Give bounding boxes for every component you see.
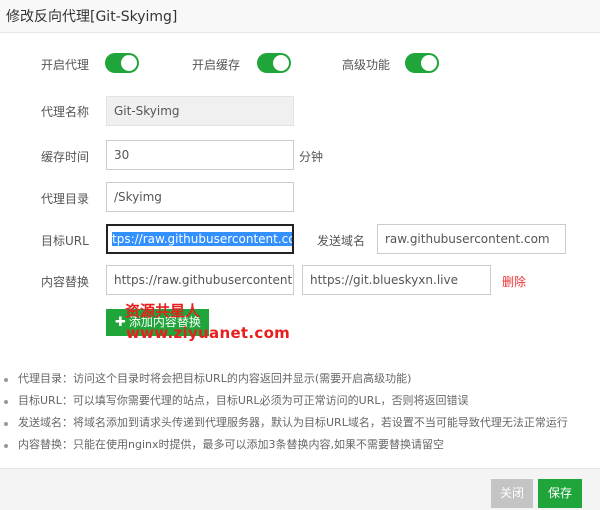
advanced-features-toggle[interactable]	[405, 53, 439, 73]
advanced-features-label: 高级功能	[342, 58, 391, 72]
dialog-titlebar: 修改反向代理[Git-Skyimg]	[0, 0, 600, 33]
enable-cache-label: 开启缓存	[192, 58, 241, 72]
send-domain-label: 发送域名	[317, 234, 366, 248]
help-note: 发送域名：将域名添加到请求头传递到代理服务器，默认为目标URL域名，若设置不当可…	[0, 412, 568, 434]
enable-cache-toggle[interactable]	[257, 53, 291, 73]
cache-time-input[interactable]: 30	[106, 140, 294, 170]
cache-time-unit: 分钟	[299, 150, 324, 164]
replace-from-input[interactable]: https://raw.githubusercontent.con	[106, 265, 294, 295]
help-note: 内容替换：只能在使用nginx时提供，最多可以添加3条替换内容,如果不需要替换请…	[0, 434, 568, 456]
close-button[interactable]: 关闭	[491, 479, 533, 508]
watermark-url: www.ziyuanet.com	[126, 324, 291, 342]
delete-replace-link[interactable]: 删除	[502, 273, 526, 290]
target-url-selected-text: tps://raw.githubusercontent.com	[112, 232, 292, 246]
dialog-title: 修改反向代理[Git-Skyimg]	[6, 9, 178, 25]
send-domain-input[interactable]: raw.githubusercontent.com	[377, 224, 566, 254]
proxy-name-label: 代理名称	[41, 105, 90, 119]
cache-time-label: 缓存时间	[41, 150, 90, 164]
help-note: 目标URL：可以填写你需要代理的站点，目标URL必须为可正常访问的URL，否则将…	[0, 390, 568, 412]
enable-proxy-toggle[interactable]	[105, 53, 139, 73]
target-url-label: 目标URL	[41, 234, 89, 248]
replace-to-input[interactable]: https://git.blueskyxn.live	[302, 265, 491, 295]
proxy-dir-input[interactable]: /Skyimg	[106, 182, 294, 212]
help-note: 代理目录：访问这个目录时将会把目标URL的内容返回并显示(需要开启高级功能)	[0, 368, 568, 390]
proxy-name-field: Git-Skyimg	[106, 96, 294, 126]
proxy-dir-label: 代理目录	[41, 192, 90, 206]
target-url-input[interactable]: tps://raw.githubusercontent.com	[106, 224, 294, 254]
content-replace-label: 内容替换	[41, 275, 90, 289]
watermark-title: 资源共星人	[125, 302, 201, 320]
enable-proxy-label: 开启代理	[41, 58, 90, 72]
save-button[interactable]: 保存	[538, 479, 582, 508]
help-notes: 代理目录：访问这个目录时将会把目标URL的内容返回并显示(需要开启高级功能) 目…	[0, 368, 568, 456]
